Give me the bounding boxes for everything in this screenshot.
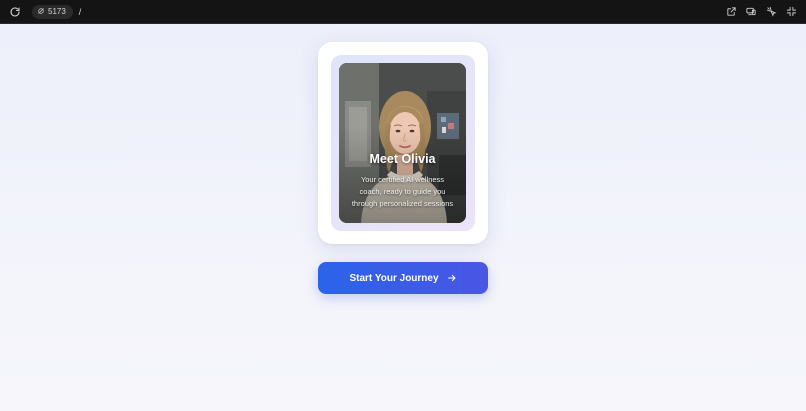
page-content: Meet Olivia Your certified AI wellness c…: [0, 24, 806, 411]
url-path[interactable]: /: [79, 7, 82, 17]
toolbar-right: [722, 3, 800, 21]
port-icon: [37, 7, 45, 17]
arrow-right-icon: [447, 273, 457, 283]
coach-title: Meet Olivia: [369, 152, 436, 166]
coach-description: Your certified AI wellness coach, ready …: [351, 175, 454, 208]
port-label: 5173: [48, 7, 66, 16]
open-external-icon[interactable]: [722, 3, 740, 21]
shrink-icon[interactable]: [782, 3, 800, 21]
reload-icon[interactable]: [6, 3, 24, 21]
start-journey-label: Start Your Journey: [349, 272, 439, 284]
devices-icon[interactable]: [742, 3, 760, 21]
port-pill[interactable]: 5173: [32, 4, 73, 19]
toolbar-left: 5173 /: [6, 3, 81, 21]
coach-photo: Meet Olivia Your certified AI wellness c…: [339, 63, 466, 223]
inspect-icon[interactable]: [762, 3, 780, 21]
browser-toolbar: 5173 /: [0, 0, 806, 24]
start-journey-button[interactable]: Start Your Journey: [318, 262, 488, 294]
coach-card: Meet Olivia Your certified AI wellness c…: [318, 42, 488, 244]
card-frame: Meet Olivia Your certified AI wellness c…: [331, 55, 475, 231]
